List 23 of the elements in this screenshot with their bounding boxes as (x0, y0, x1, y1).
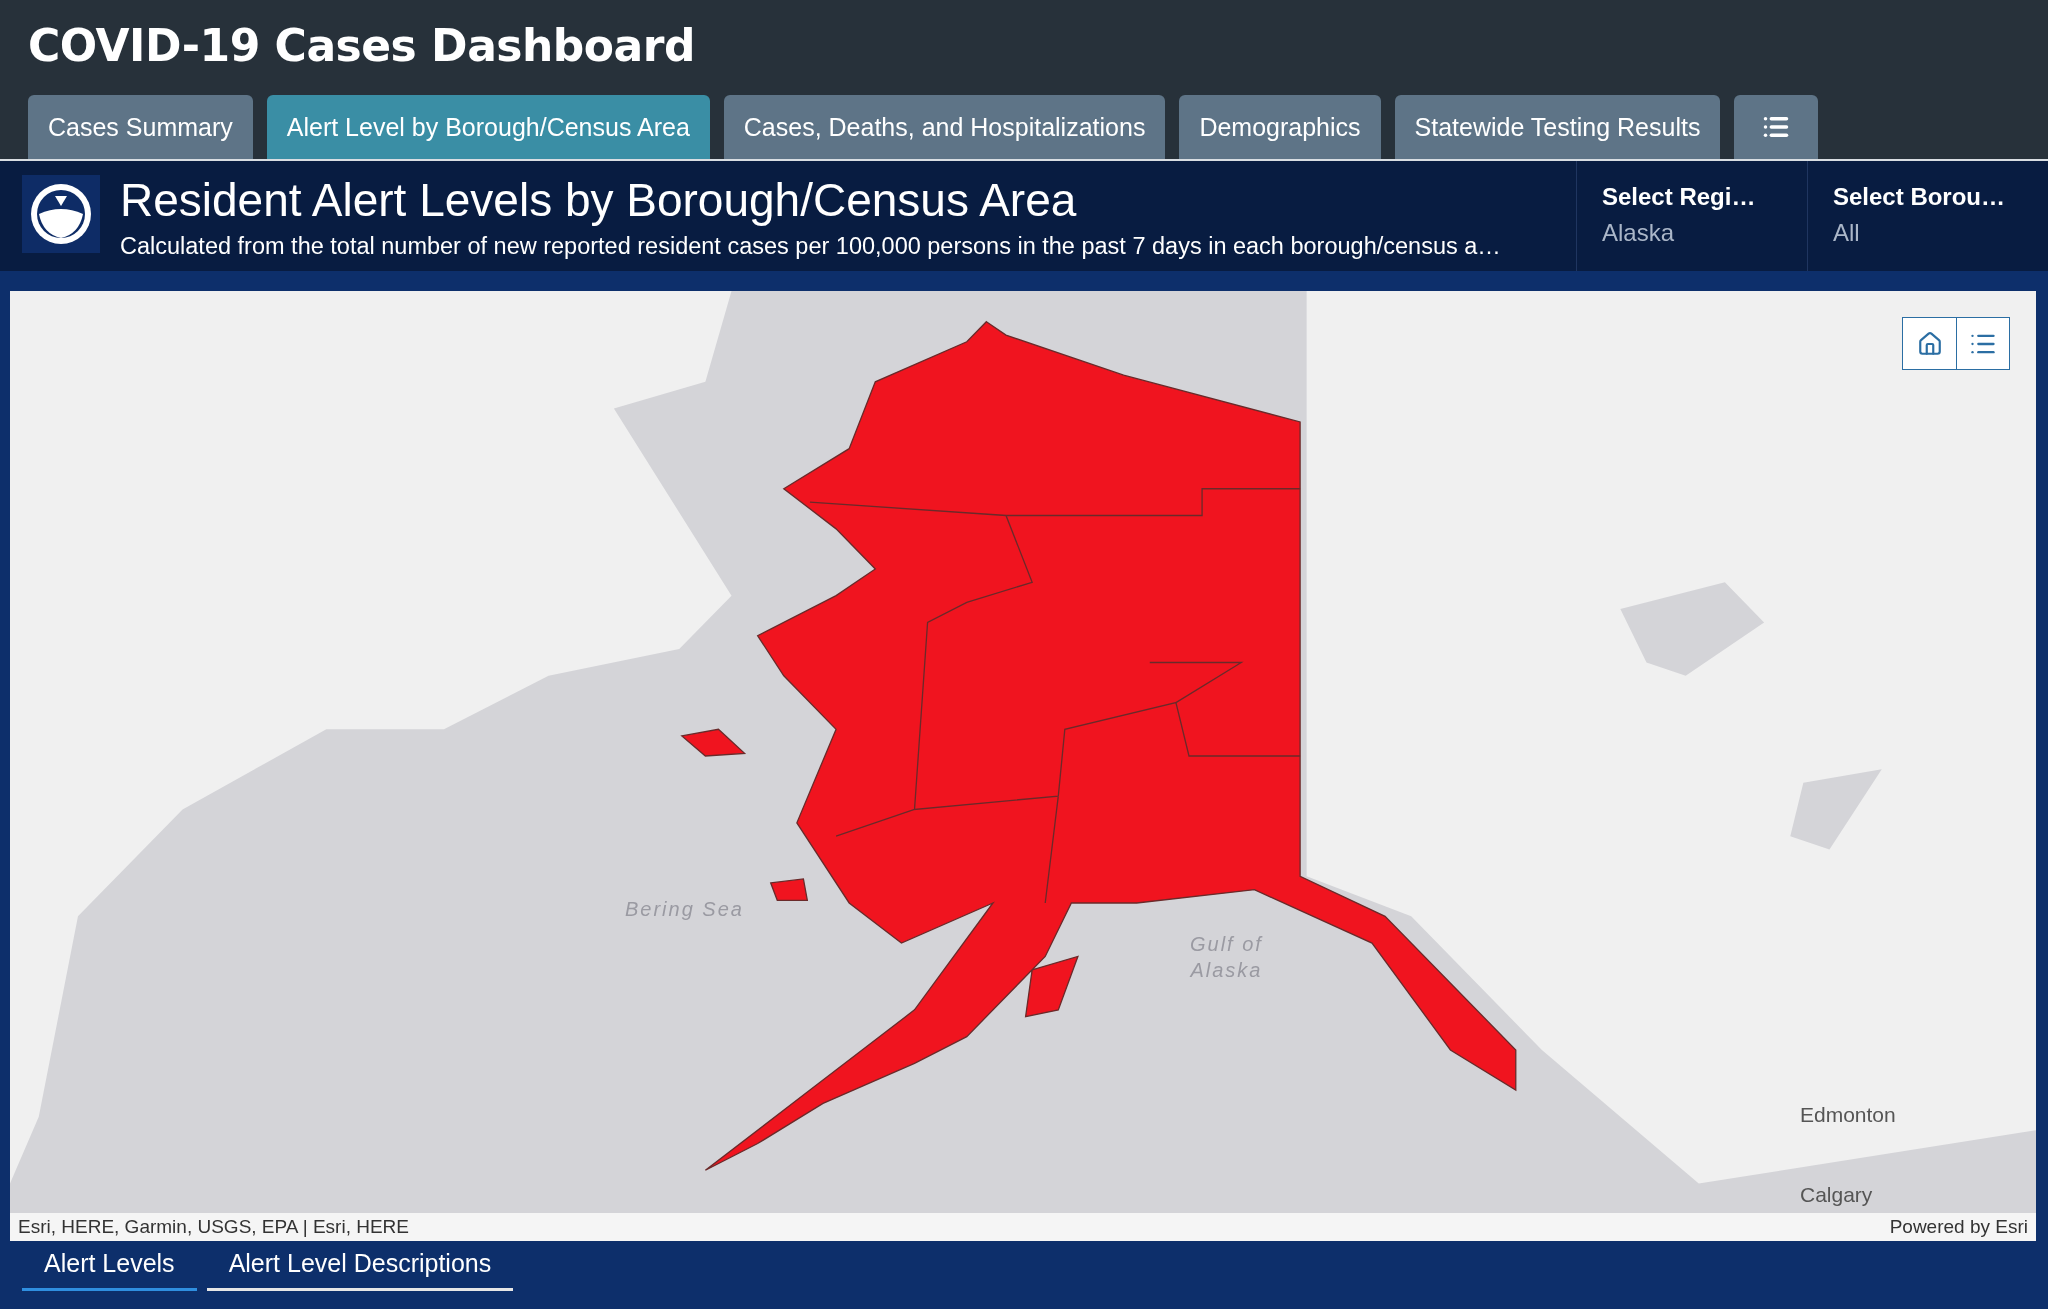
tab[interactable]: Demographics (1179, 95, 1381, 159)
selector-label[interactable]: Select Regi… (1602, 183, 1807, 211)
dashboard-title: COVID-19 Cases Dashboard (28, 20, 696, 71)
tab[interactable]: Cases Summary (28, 95, 253, 159)
tab[interactable]: Statewide Testing Results (1394, 95, 1721, 159)
selector-label[interactable]: Select Borou… (1833, 183, 2048, 211)
tab[interactable]: Cases, Deaths, and Hospitalizations (723, 95, 1166, 159)
list-tab[interactable] (1734, 95, 1819, 159)
tab[interactable]: Alert Level Descriptions (206, 1241, 514, 1291)
powered-by-text[interactable]: Powered by Esri (1889, 1216, 2028, 1238)
tab[interactable]: Alert Levels (22, 1241, 197, 1291)
tab[interactable]: Alert Level by Borough/Census Area (266, 95, 710, 159)
map-label: Gulf of Alaska (1190, 932, 1263, 983)
selector-value[interactable]: All (1833, 219, 2048, 247)
selector-value[interactable]: Alaska (1602, 219, 1807, 247)
panel-description: Calculated from the total number of new reported resident cases per 100,000 persons in the past 7 days in each borough/census a… (120, 232, 1502, 260)
map-label: Bering Sea (625, 897, 744, 922)
panel-title: Resident Alert Levels by Borough/Census Area (120, 172, 1078, 227)
seal-logo-icon (22, 175, 100, 253)
map-attribution: Esri, HERE, Garmin, USGS, EPA | Esri, HERE (18, 1216, 409, 1238)
home-icon (1916, 330, 1943, 357)
map-label: Calgary (1800, 1182, 1873, 1208)
map-label: Edmonton (1800, 1102, 1896, 1128)
